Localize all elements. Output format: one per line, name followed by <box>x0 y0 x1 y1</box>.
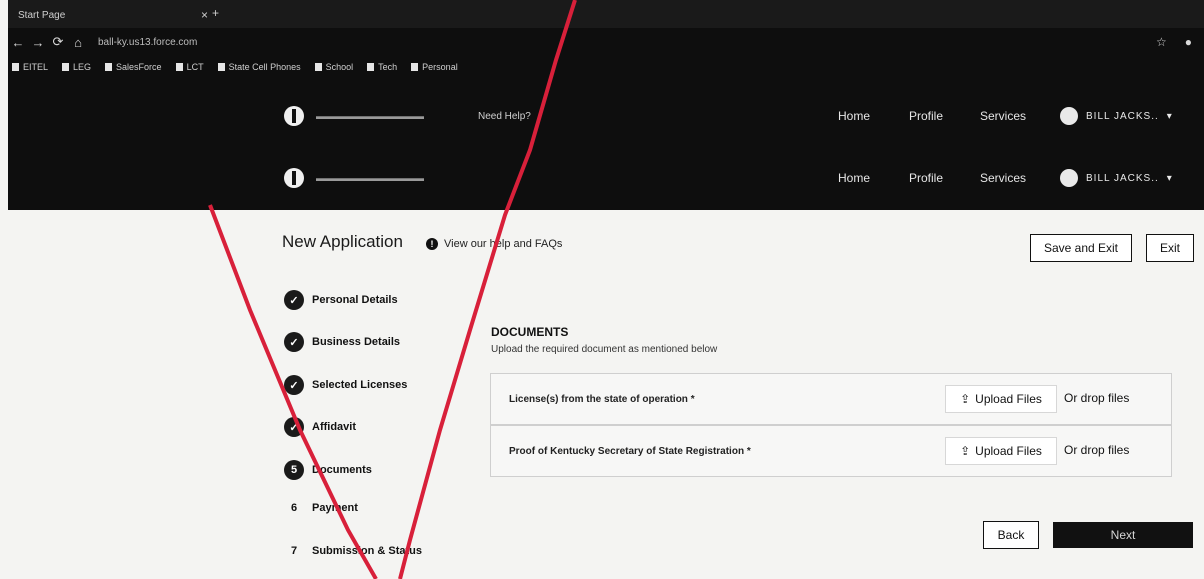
step-affidavit[interactable]: ✓ Affidavit <box>284 417 356 437</box>
step-business-details[interactable]: ✓ Business Details <box>284 332 400 352</box>
help-faq-link[interactable]: ! View our help and FAQs <box>426 238 562 250</box>
step-submission-status: 7 Submission & Status <box>284 545 422 557</box>
step-number: 6 <box>290 502 298 514</box>
profile-icon[interactable]: ● <box>1185 35 1192 49</box>
bookmarks-bar: EITEL LEG SalesForce LCT State Cell Phon… <box>8 56 1204 78</box>
site-header-duplicate: ▬▬▬▬▬▬▬▬▬▬▬▬ Home Profile Services BILL … <box>8 150 1204 206</box>
site-header: ▬▬▬▬▬▬▬▬▬▬▬▬ Need Help? Home Profile Ser… <box>8 88 1204 144</box>
forward-arrow-icon[interactable]: → <box>28 35 48 50</box>
info-icon: ! <box>426 238 438 250</box>
agency-logo-icon[interactable] <box>284 168 304 188</box>
exit-button[interactable]: Exit <box>1146 234 1194 262</box>
nav-home[interactable]: Home <box>838 109 870 123</box>
step-payment: 6 Payment <box>284 502 358 514</box>
bookmark-item[interactable]: SalesForce <box>105 62 162 72</box>
bookmark-item[interactable]: Personal <box>411 62 458 72</box>
nav-profile[interactable]: Profile <box>909 171 943 185</box>
check-icon: ✓ <box>284 332 304 352</box>
browser-window: Start Page × + ← → ⟳ ⌂ ball-ky.us13.forc… <box>8 0 1204 210</box>
bookmark-item[interactable]: EITEL <box>12 62 48 72</box>
agency-name: ▬▬▬▬▬▬▬▬▬▬▬▬ <box>316 110 424 121</box>
upload-icon: ⇪ <box>960 444 971 458</box>
avatar <box>1060 169 1078 187</box>
nav-home[interactable]: Home <box>838 171 870 185</box>
user-menu[interactable]: BILL JACKS.. ▾ <box>1060 107 1173 125</box>
drop-zone-text[interactable]: Or drop files <box>1064 443 1129 457</box>
user-name: BILL JACKS.. <box>1086 110 1159 122</box>
check-icon: ✓ <box>284 417 304 437</box>
upload-files-button[interactable]: ⇪ Upload Files <box>945 385 1057 413</box>
chevron-down-icon: ▾ <box>1166 172 1173 184</box>
document-row-license: License(s) from the state of operation *… <box>490 373 1172 425</box>
upload-files-button[interactable]: ⇪ Upload Files <box>945 437 1057 465</box>
agency-name: ▬▬▬▬▬▬▬▬▬▬▬▬ <box>316 172 424 183</box>
new-tab-button[interactable]: + <box>212 6 219 20</box>
home-icon[interactable]: ⌂ <box>68 35 88 50</box>
folder-icon <box>411 63 419 71</box>
documents-heading: DOCUMENTS <box>491 325 569 339</box>
star-icon[interactable]: ☆ <box>1156 35 1167 49</box>
back-button[interactable]: Back <box>983 521 1039 549</box>
page-title: New Application <box>282 232 403 251</box>
chevron-down-icon: ▾ <box>1166 110 1173 122</box>
folder-icon <box>314 63 322 71</box>
folder-icon <box>175 63 183 71</box>
user-menu[interactable]: BILL JACKS.. ▾ <box>1060 169 1173 187</box>
bookmark-item[interactable]: School <box>314 62 353 72</box>
tab-close-icon[interactable]: × <box>201 8 208 22</box>
tab-bar: Start Page × + <box>8 0 1204 28</box>
step-number: 7 <box>290 545 298 557</box>
nav-services[interactable]: Services <box>980 109 1026 123</box>
next-button[interactable]: Next <box>1053 522 1193 548</box>
user-name: BILL JACKS.. <box>1086 172 1159 184</box>
check-icon: ✓ <box>284 290 304 310</box>
check-icon: ✓ <box>284 375 304 395</box>
url-field[interactable]: ball-ky.us13.force.com <box>98 37 658 48</box>
nav-profile[interactable]: Profile <box>909 109 943 123</box>
application-page: New Application ! View our help and FAQs… <box>0 210 1204 579</box>
save-and-exit-button[interactable]: Save and Exit <box>1030 234 1132 262</box>
drop-zone-text[interactable]: Or drop files <box>1064 391 1129 405</box>
step-personal-details[interactable]: ✓ Personal Details <box>284 290 398 310</box>
upload-icon: ⇪ <box>960 392 971 406</box>
document-label: License(s) from the state of operation * <box>509 394 695 405</box>
bookmark-item[interactable]: LCT <box>175 62 204 72</box>
agency-logo-icon[interactable] <box>284 106 304 126</box>
avatar <box>1060 107 1078 125</box>
nav-services[interactable]: Services <box>980 171 1026 185</box>
document-label: Proof of Kentucky Secretary of State Reg… <box>509 446 751 457</box>
folder-icon <box>367 63 375 71</box>
step-documents[interactable]: 5 Documents <box>284 460 372 480</box>
bookmark-item[interactable]: State Cell Phones <box>217 62 301 72</box>
tab-title: Start Page <box>18 9 66 21</box>
browser-tab[interactable]: Start Page × <box>18 4 208 26</box>
bookmark-item[interactable]: LEG <box>62 62 91 72</box>
folder-icon <box>217 63 225 71</box>
step-selected-licenses[interactable]: ✓ Selected Licenses <box>284 375 407 395</box>
address-bar: ← → ⟳ ⌂ ball-ky.us13.force.com ☆ ● <box>8 28 1204 56</box>
document-row-sos-registration: Proof of Kentucky Secretary of State Reg… <box>490 425 1172 477</box>
folder-icon <box>12 63 19 71</box>
documents-instructions: Upload the required document as mentione… <box>491 344 718 355</box>
reload-icon[interactable]: ⟳ <box>48 34 68 50</box>
step-number-badge: 5 <box>284 460 304 480</box>
bookmark-item[interactable]: Tech <box>367 62 397 72</box>
back-arrow-icon[interactable]: ← <box>8 35 28 50</box>
folder-icon <box>62 63 70 71</box>
need-help-link[interactable]: Need Help? <box>478 111 531 122</box>
folder-icon <box>105 63 113 71</box>
